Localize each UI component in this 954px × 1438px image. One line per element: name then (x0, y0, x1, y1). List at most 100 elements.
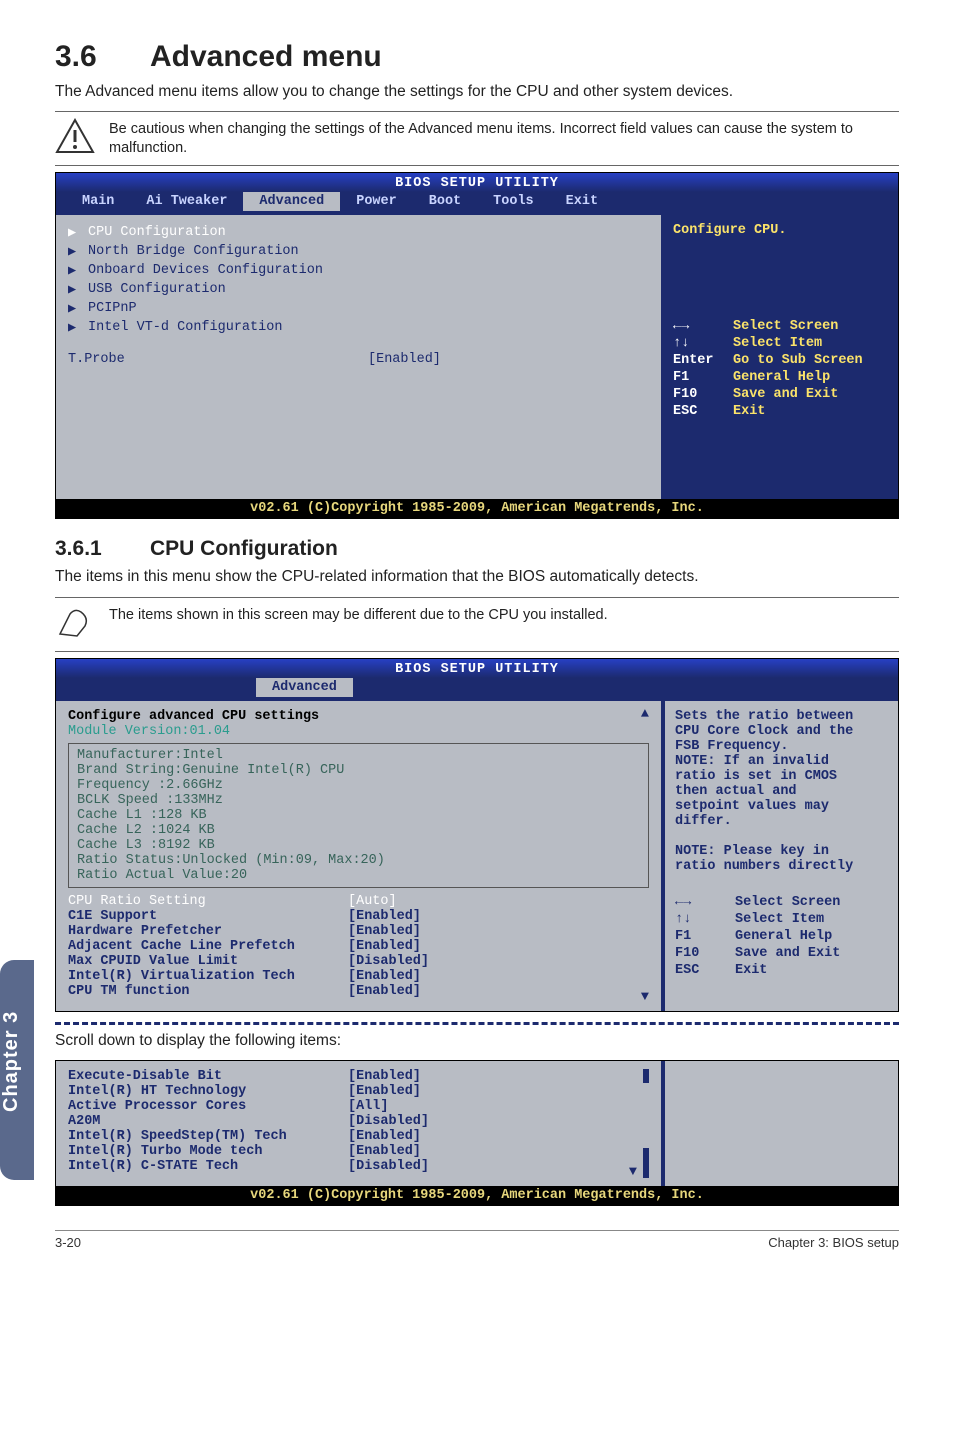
bios-tab-boot[interactable]: Boot (413, 192, 477, 211)
cpu-info-line: Cache L2 :1024 KB (77, 823, 640, 838)
setting-max-cpuid[interactable]: Max CPUID Value Limit[Disabled] (68, 954, 649, 969)
key-help-block: ←→Select Screen ↑↓Select Item F1General … (675, 894, 888, 979)
bios-tab-bar: Main Ai Tweaker Advanced Power Boot Tool… (56, 192, 898, 215)
key-desc: Go to Sub Screen (733, 353, 863, 368)
bios-right-pane: Configure CPU. ←→Select Screen ↑↓Select … (663, 215, 898, 499)
setting-hw-prefetcher[interactable]: Hardware Prefetcher[Enabled] (68, 924, 649, 939)
key-help-block: ←→Select Screen ↑↓Select Item EnterGo to… (673, 318, 888, 420)
setting-value: [Disabled] (348, 954, 429, 969)
info-note: The items shown in this screen may be di… (55, 604, 899, 645)
key: F1 (673, 370, 723, 385)
page-footer: 3-20 Chapter 3: BIOS setup (55, 1230, 899, 1250)
key: ESC (673, 404, 723, 419)
setting-value: [All] (348, 1099, 389, 1114)
scrollbar-thumb (643, 1148, 649, 1178)
bios-tab-advanced[interactable]: Advanced (243, 192, 340, 211)
bios-tab-tools[interactable]: Tools (477, 192, 550, 211)
setting-label: CPU Ratio Setting (68, 894, 348, 909)
info-note-text: The items shown in this screen may be di… (109, 604, 608, 625)
cpu-info-line: Ratio Actual Value:20 (77, 868, 640, 883)
setting-label: Intel(R) C-STATE Tech (68, 1159, 348, 1174)
key: ↑↓ (675, 912, 725, 927)
bios-tab-exit[interactable]: Exit (550, 192, 614, 211)
setting-label: Adjacent Cache Line Prefetch (68, 939, 348, 954)
bios-left-pane: Execute-Disable Bit[Enabled] Intel(R) HT… (56, 1061, 663, 1186)
menu-item-pcipnp[interactable]: ▶PCIPnP (68, 299, 649, 318)
menu-label: Intel VT-d Configuration (88, 320, 282, 335)
caution-text: Be cautious when changing the settings o… (109, 118, 899, 158)
subsection-heading: 3.6.1CPU Configuration (55, 537, 899, 561)
menu-label: CPU Configuration (88, 225, 226, 240)
setting-tprobe[interactable]: T.Probe [Enabled] (68, 352, 649, 367)
scroll-down-arrow-icon: ▼ (629, 1165, 637, 1180)
setting-value: [Enabled] (348, 1069, 421, 1084)
submenu-arrow-icon: ▶ (68, 281, 80, 298)
bios-copyright-footer: v02.61 (C)Copyright 1985-2009, American … (56, 1186, 898, 1205)
setting-value: [Enabled] (348, 969, 421, 984)
bios-tab-main[interactable]: Main (66, 192, 130, 211)
caution-icon (55, 118, 95, 159)
setting-speedstep[interactable]: Intel(R) SpeedStep(TM) Tech[Enabled] (68, 1129, 649, 1144)
module-version: Module Version:01.04 (68, 724, 649, 739)
bios-cpu-config-scrolled: Execute-Disable Bit[Enabled] Intel(R) HT… (55, 1060, 899, 1206)
setting-ht-tech[interactable]: Intel(R) HT Technology[Enabled] (68, 1084, 649, 1099)
bios-scrollbar[interactable] (643, 1069, 649, 1178)
menu-label: PCIPnP (88, 301, 137, 316)
menu-item-onboard-devices[interactable]: ▶Onboard Devices Configuration (68, 261, 649, 280)
setting-a20m[interactable]: A20M[Disabled] (68, 1114, 649, 1129)
menu-item-cpu-config[interactable]: ▶CPU Configuration (68, 223, 649, 242)
bios-title: BIOS SETUP UTILITY (56, 173, 898, 192)
menu-item-intel-vtd[interactable]: ▶Intel VT-d Configuration (68, 318, 649, 337)
setting-label: A20M (68, 1114, 348, 1129)
setting-adj-cache[interactable]: Adjacent Cache Line Prefetch[Enabled] (68, 939, 649, 954)
key-desc: General Help (735, 929, 832, 944)
setting-value: [Enabled] (348, 939, 421, 954)
setting-active-cores[interactable]: Active Processor Cores[All] (68, 1099, 649, 1114)
setting-turbo-mode[interactable]: Intel(R) Turbo Mode tech[Enabled] (68, 1144, 649, 1159)
section-heading: 3.6Advanced menu (55, 40, 899, 74)
key: ESC (675, 963, 725, 978)
bios-tab-power[interactable]: Power (340, 192, 413, 211)
menu-item-north-bridge[interactable]: ▶North Bridge Configuration (68, 242, 649, 261)
setting-cpu-ratio[interactable]: CPU Ratio Setting[Auto] (68, 894, 649, 909)
submenu-arrow-icon: ▶ (68, 243, 80, 260)
subsection-number: 3.6.1 (55, 537, 150, 561)
setting-c1e[interactable]: C1E Support[Enabled] (68, 909, 649, 924)
key: F10 (673, 387, 723, 402)
setting-label: Execute-Disable Bit (68, 1069, 348, 1084)
divider (55, 651, 899, 652)
help-text-line: NOTE: Please key in (675, 844, 888, 859)
setting-cstate[interactable]: Intel(R) C-STATE Tech[Disabled] (68, 1159, 649, 1174)
section-number: 3.6 (55, 40, 150, 74)
key-desc: Exit (733, 404, 765, 419)
divider (55, 165, 899, 166)
divider (55, 597, 899, 598)
menu-label: USB Configuration (88, 282, 226, 297)
scroll-down-arrow-icon: ▼ (641, 990, 649, 1005)
help-text-line: CPU Core Clock and the (675, 724, 888, 739)
chapter-label: Chapter 3: BIOS setup (768, 1235, 899, 1250)
cpu-info-line: Ratio Status:Unlocked (Min:09, Max:20) (77, 853, 640, 868)
menu-item-usb-config[interactable]: ▶ USB Configuration (68, 280, 649, 299)
setting-value: [Enabled] (368, 352, 441, 367)
setting-vtx[interactable]: Intel(R) Virtualization Tech[Enabled] (68, 969, 649, 984)
help-text-line: Sets the ratio between (675, 709, 888, 724)
key: ↑↓ (673, 336, 723, 351)
cpu-config-header: Configure advanced CPU settings (68, 709, 649, 724)
setting-value: [Disabled] (348, 1114, 429, 1129)
setting-value: [Auto] (348, 894, 397, 909)
help-text-line: ratio numbers directly (675, 859, 888, 874)
key: F1 (675, 929, 725, 944)
help-text-line: FSB Frequency. (675, 739, 888, 754)
subsection-title: CPU Configuration (150, 537, 338, 560)
setting-execute-disable[interactable]: Execute-Disable Bit[Enabled] (68, 1069, 649, 1084)
setting-cpu-tm[interactable]: CPU TM function[Enabled] (68, 984, 649, 999)
cpu-info-line: Cache L3 :8192 KB (77, 838, 640, 853)
setting-label: Intel(R) HT Technology (68, 1084, 348, 1099)
key-desc: Select Item (733, 336, 822, 351)
bios-tab-advanced[interactable]: Advanced (256, 678, 353, 697)
setting-label: Intel(R) SpeedStep(TM) Tech (68, 1129, 348, 1144)
help-text-line: then actual and (675, 784, 888, 799)
bios-tab-ai-tweaker[interactable]: Ai Tweaker (130, 192, 243, 211)
key-desc: Save and Exit (733, 387, 838, 402)
